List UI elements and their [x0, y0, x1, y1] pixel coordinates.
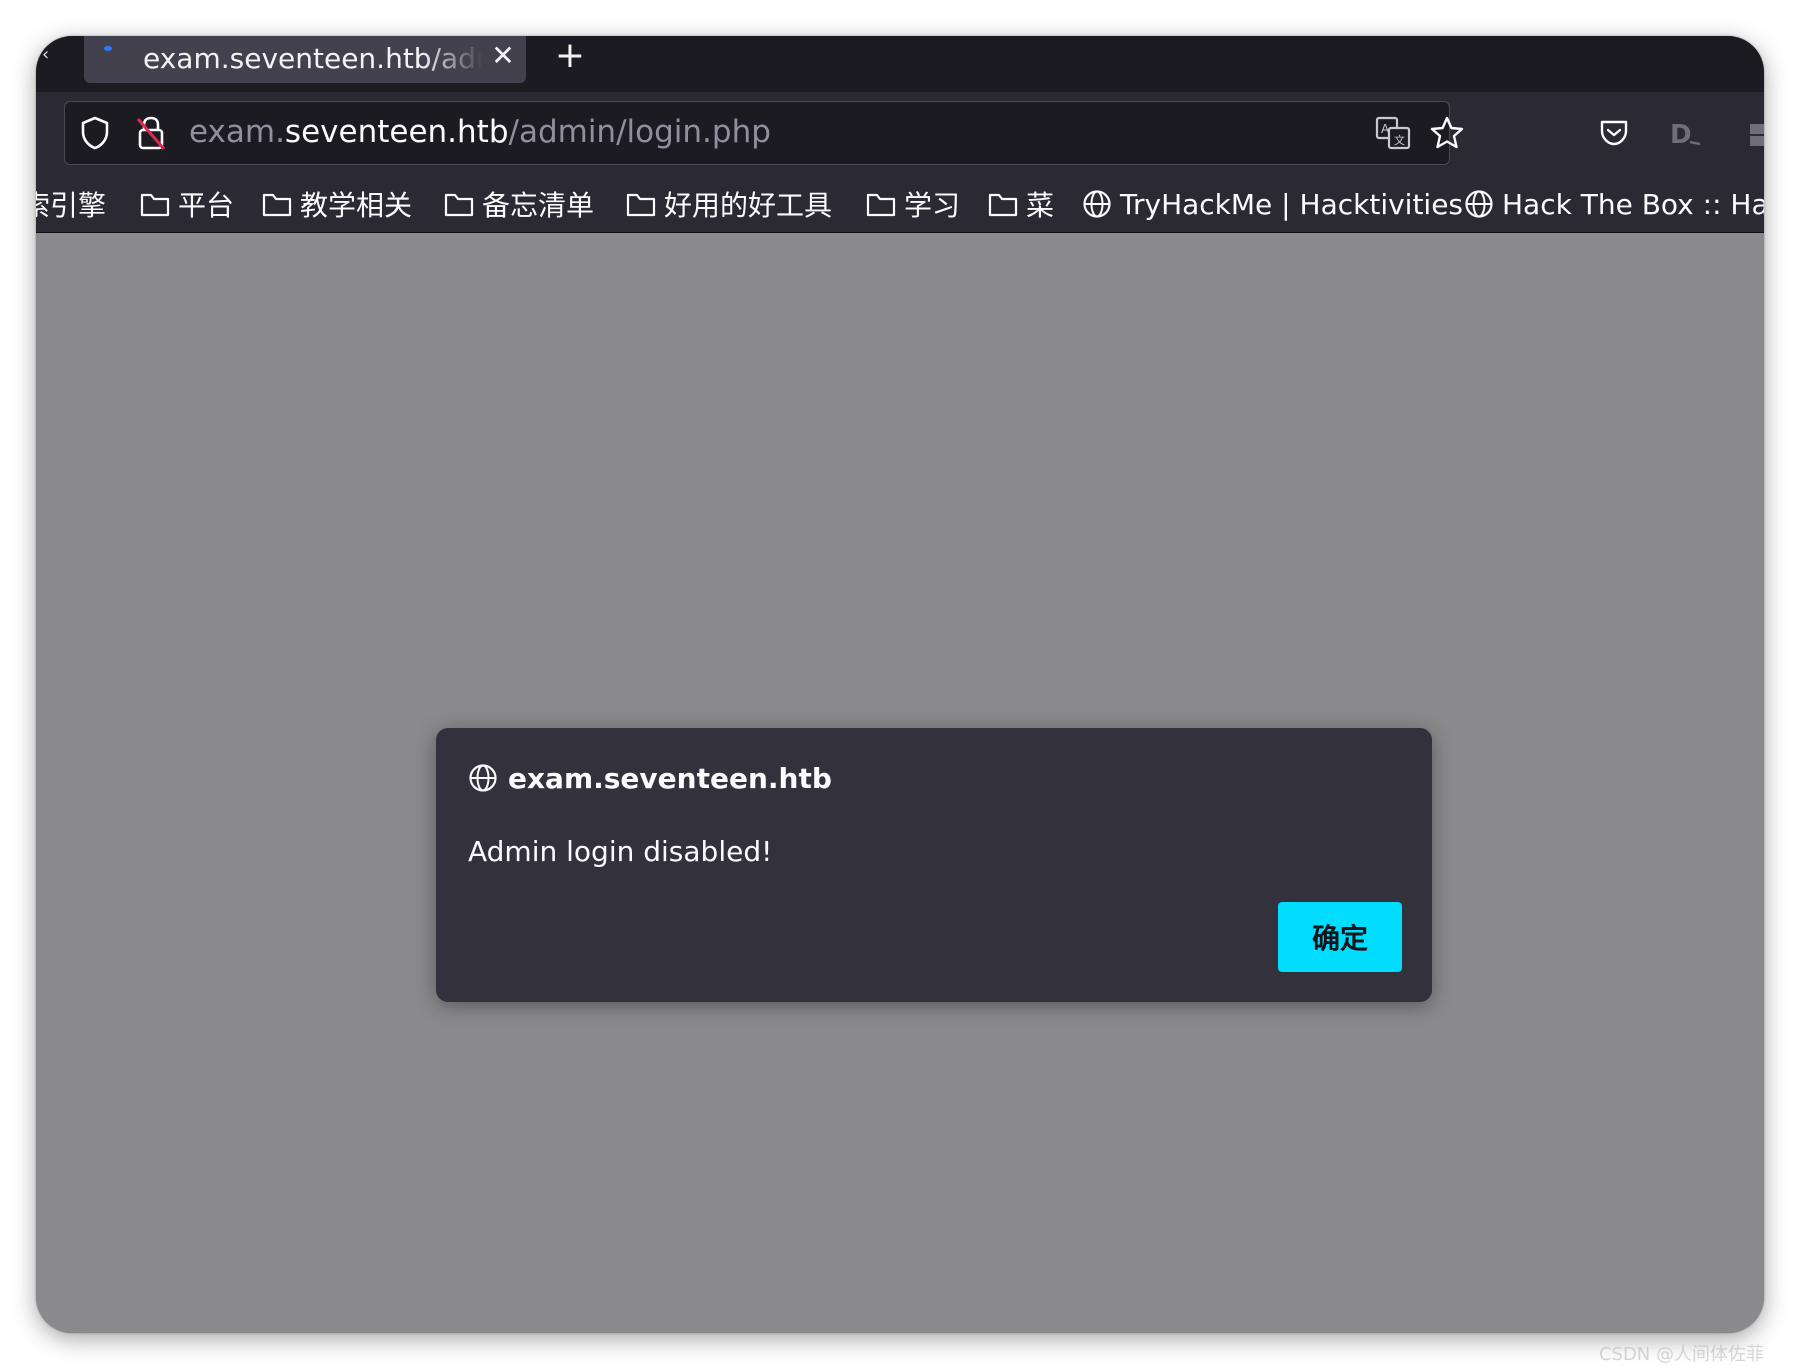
new-tab-button[interactable]: +: [552, 36, 588, 76]
bookmark-label: 备忘清单: [482, 189, 595, 222]
bookmark-label: 搜索引擎: [36, 189, 107, 222]
browser-window: ‹ exam.seventeen.htb/admin/login.php ✕ +…: [36, 36, 1764, 1333]
bookmark-label: 菜: [1026, 189, 1055, 222]
dialog-header: exam.seventeen.htb: [468, 760, 832, 796]
dialog-message: Admin login disabled!: [468, 835, 773, 868]
bookmark-label: 学习: [904, 189, 961, 222]
bookmark-folder-menu[interactable]: 菜: [988, 186, 1054, 222]
bookmark-hackthebox[interactable]: Hack The Box :: Hack The Box: [1464, 186, 1764, 222]
url-path: /admin/login.php: [508, 114, 771, 150]
folder-icon: [626, 193, 656, 217]
tab-scroll-left-icon[interactable]: ‹: [42, 44, 62, 68]
globe-icon: [1465, 190, 1493, 218]
bookmark-folder-search-engines[interactable]: 搜索引擎: [36, 186, 106, 222]
bookmark-folder-cheatsheets[interactable]: 备忘清单: [444, 186, 594, 222]
navigation-toolbar: exam.seventeen.htb/admin/login.php A 文 D: [36, 92, 1764, 176]
bookmark-label: 平台: [178, 189, 235, 222]
url-host: seventeen.htb: [284, 114, 509, 150]
bookmark-folder-study[interactable]: 学习: [866, 186, 960, 222]
folder-icon: [866, 193, 896, 217]
insecure-lock-icon[interactable]: [135, 114, 167, 152]
tracking-protection-shield-icon[interactable]: [79, 115, 111, 151]
folder-icon: [140, 193, 170, 217]
folder-icon: [988, 193, 1018, 217]
bookmark-label: 好用的好工具: [664, 189, 833, 222]
bookmark-label: TryHackMe | Hacktivities: [1120, 187, 1464, 221]
url-prefix: exam.: [189, 114, 285, 150]
pocket-icon[interactable]: [1598, 116, 1630, 148]
tab-strip: ‹ exam.seventeen.htb/admin/login.php ✕ +: [36, 36, 1764, 92]
bookmark-folder-platform[interactable]: 平台: [140, 186, 234, 222]
active-tab[interactable]: exam.seventeen.htb/admin/login.php ✕: [84, 36, 526, 83]
bookmarks-toolbar: 搜索引擎 平台 教学相关 备忘清单 好用的好工具 学习 菜 TryHackMe: [36, 176, 1764, 233]
globe-icon: [469, 764, 497, 792]
alert-dialog: exam.seventeen.htb Admin login disabled!…: [436, 728, 1432, 1002]
address-bar[interactable]: exam.seventeen.htb/admin/login.php A 文: [64, 101, 1464, 165]
folder-icon: [262, 193, 292, 217]
tab-close-icon[interactable]: ✕: [489, 36, 517, 76]
translate-icon[interactable]: A 文: [1375, 116, 1411, 150]
bookmark-tryhackme[interactable]: TryHackMe | Hacktivities: [1082, 186, 1463, 222]
svg-text:A: A: [1381, 122, 1390, 136]
ok-button[interactable]: 确定: [1278, 902, 1402, 972]
url-text[interactable]: exam.seventeen.htb/admin/login.php: [189, 110, 771, 154]
svg-text:D: D: [1670, 120, 1692, 150]
tab-favicon-icon: [104, 46, 112, 51]
tab-title: exam.seventeen.htb/admin/login.php: [143, 42, 483, 75]
bookmark-folder-teaching[interactable]: 教学相关: [262, 186, 412, 222]
extension-puzzle-icon[interactable]: [1744, 118, 1764, 150]
watermark: CSDN @人间体佐菲: [1598, 1344, 1764, 1365]
bookmark-label: Hack The Box :: Hack The Box: [1502, 187, 1764, 221]
extension-icon[interactable]: D: [1668, 118, 1702, 150]
bookmark-folder-tools[interactable]: 好用的好工具: [626, 186, 832, 222]
bookmark-label: 教学相关: [300, 189, 413, 222]
bookmark-star-icon[interactable]: [1429, 115, 1465, 151]
dialog-host: exam.seventeen.htb: [508, 761, 832, 795]
globe-icon: [1083, 190, 1111, 218]
folder-icon: [444, 193, 474, 217]
svg-text:文: 文: [1394, 133, 1405, 147]
